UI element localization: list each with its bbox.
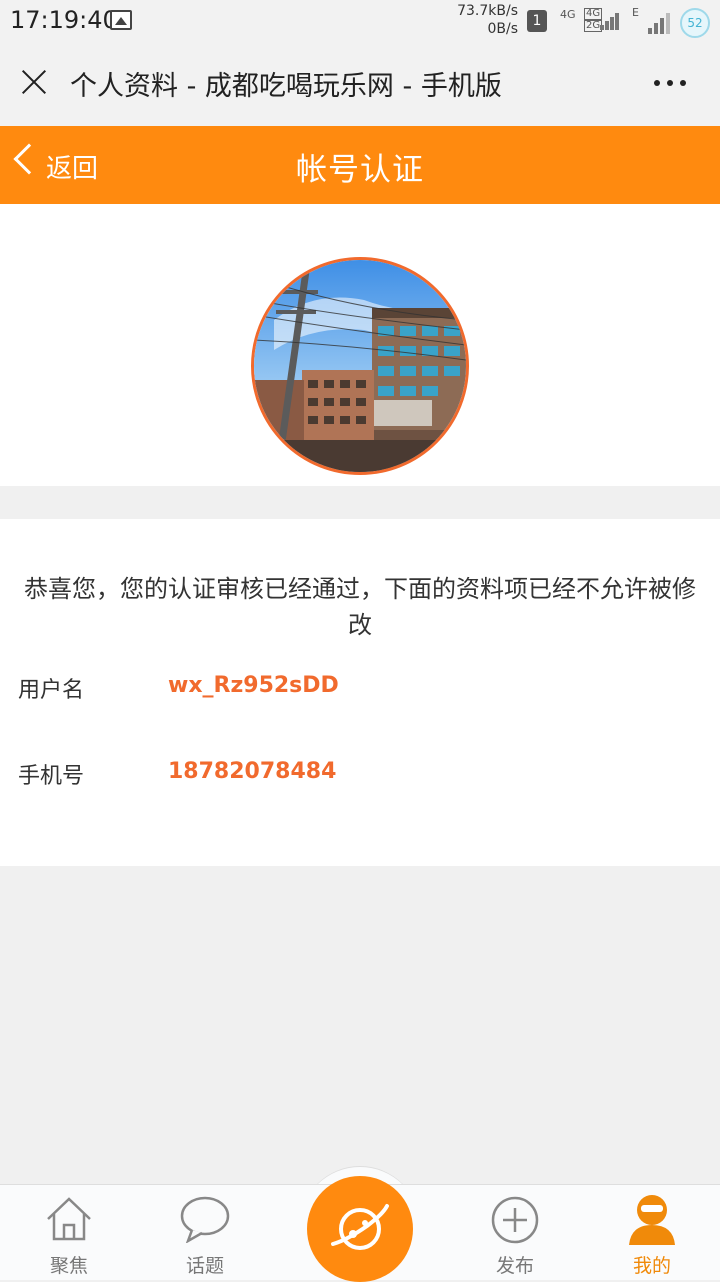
avatar-photo [254, 260, 466, 472]
signal-strength-icon [648, 10, 674, 34]
user-icon [629, 1195, 675, 1245]
info-section: 恭喜您，您的认证审核已经通过，下面的资料项已经不允许被修改 用户名 wx_Rz9… [0, 519, 720, 866]
net-up-speed: 73.7kB/s [457, 3, 518, 19]
browser-title-bar: 个人资料 - 成都吃喝玩乐网 - 手机版 [0, 40, 720, 126]
avatar-section [0, 204, 720, 486]
net-type-label-3: E [632, 6, 639, 19]
avatar[interactable] [251, 257, 469, 475]
back-button[interactable]: 返回 [13, 142, 114, 188]
tab-mine[interactable]: 我的 [597, 1185, 707, 1281]
home-icon [47, 1197, 91, 1241]
network-speed: 73.7kB/s 0B/s [440, 2, 518, 38]
sim-slot-icon: 1 [527, 10, 547, 32]
gallery-notification-icon [110, 10, 132, 30]
center-action-button[interactable] [307, 1176, 413, 1282]
tab-topics[interactable]: 话题 [150, 1185, 260, 1281]
tab-label: 发布 [495, 1255, 534, 1277]
chevron-left-icon [13, 143, 45, 175]
more-options-icon[interactable] [650, 80, 690, 88]
net-down-speed: 0B/s [487, 21, 518, 37]
tab-label: 聚焦 [49, 1255, 88, 1277]
net-type-label: 4G [560, 8, 576, 21]
chat-bubble-icon [180, 1196, 230, 1243]
phone-label: 手机号 [18, 764, 85, 789]
close-icon[interactable] [20, 68, 48, 96]
phone-value: 18782078484 [168, 759, 337, 784]
tab-label: 我的 [632, 1255, 671, 1277]
nav-header: 帐号认证 返回 [0, 126, 720, 204]
username-value: wx_Rz952sDD [168, 673, 339, 698]
planet-icon [331, 1204, 389, 1250]
back-label: 返回 [46, 154, 99, 184]
tab-publish[interactable]: 发布 [460, 1185, 570, 1281]
status-bar: 17:19:40 73.7kB/s 0B/s 1 4G 4G 2G E 52 [0, 0, 720, 40]
page-title: 个人资料 - 成都吃喝玩乐网 - 手机版 [70, 71, 502, 102]
plus-circle-icon [491, 1196, 539, 1244]
verification-notice: 恭喜您，您的认证审核已经通过，下面的资料项已经不允许被修改 [24, 575, 696, 639]
status-time: 17:19:40 [10, 6, 118, 34]
tab-label: 话题 [185, 1255, 224, 1277]
tab-focus[interactable]: 聚焦 [14, 1185, 124, 1281]
username-label: 用户名 [18, 678, 85, 703]
notification-badge: 52 [680, 8, 710, 38]
signal-icon [600, 10, 620, 30]
